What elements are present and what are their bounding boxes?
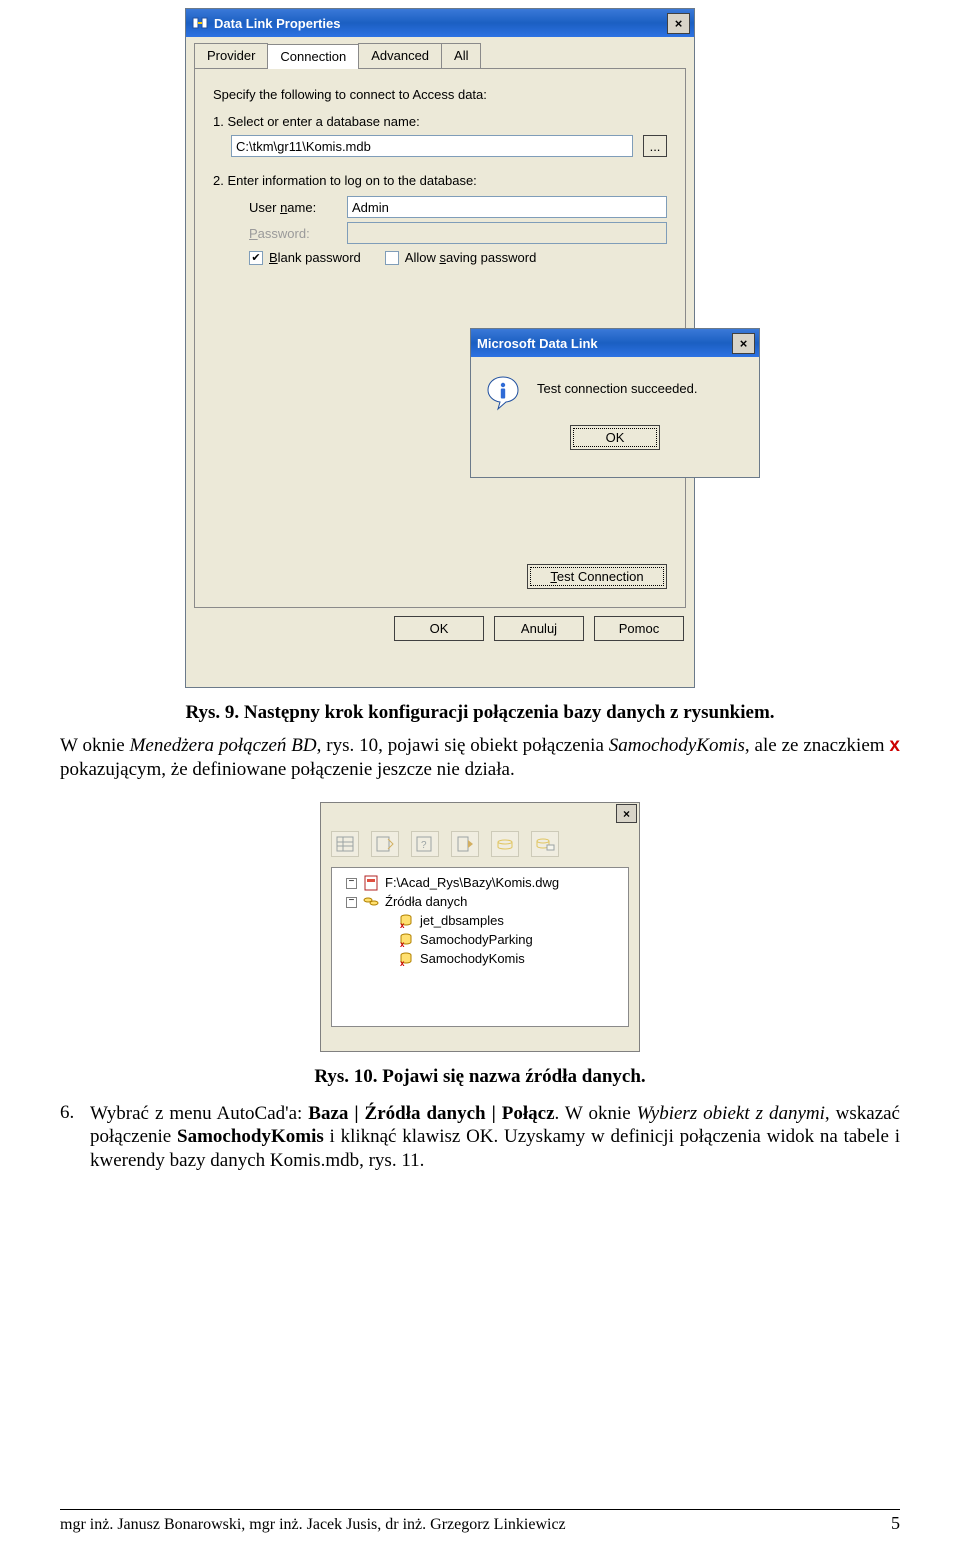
popup-message: Test connection succeeded. bbox=[537, 375, 697, 396]
page-number: 5 bbox=[891, 1513, 900, 1534]
tree-label: F:\Acad_Rys\Bazy\Komis.dwg bbox=[385, 874, 559, 892]
dialog-title: Data Link Properties bbox=[214, 16, 661, 31]
username-input[interactable]: Admin bbox=[347, 196, 667, 218]
datalink-icon bbox=[192, 15, 208, 31]
tab-all[interactable]: All bbox=[441, 43, 481, 68]
collapse-icon[interactable]: − bbox=[346, 878, 357, 889]
view-table-icon[interactable] bbox=[331, 831, 359, 857]
username-label: User name: bbox=[249, 200, 337, 215]
allow-saving-password-checkbox[interactable]: Allow saving password bbox=[385, 250, 537, 265]
tree-row-item[interactable]: x SamochodyParking bbox=[336, 931, 624, 950]
screenshot-data-link: Data Link Properties × Provider Connecti… bbox=[120, 8, 840, 688]
titlebar: Data Link Properties × bbox=[186, 9, 694, 37]
svg-text:x: x bbox=[400, 940, 405, 948]
svg-text:x: x bbox=[400, 959, 405, 967]
svg-text:?: ? bbox=[421, 840, 427, 851]
paragraph-1: W oknie Menedżera połączeń BD, rys. 10, … bbox=[60, 734, 900, 782]
database-path-input[interactable]: C:\tkm\gr11\Komis.mdb bbox=[231, 135, 633, 157]
tabs: Provider Connection Advanced All bbox=[194, 43, 686, 68]
close-icon[interactable]: × bbox=[667, 13, 690, 34]
tree-label: jet_dbsamples bbox=[420, 912, 504, 930]
svg-text:x: x bbox=[400, 921, 405, 929]
collapse-icon[interactable]: − bbox=[346, 897, 357, 908]
query-icon[interactable]: ? bbox=[411, 831, 439, 857]
datasource-icon: x bbox=[398, 951, 414, 967]
list-item-6: 6. Wybrać z menu AutoCad'a: Baza | Źródł… bbox=[60, 1102, 900, 1173]
checkbox-icon: ✔ bbox=[249, 251, 263, 265]
dwg-icon bbox=[363, 875, 379, 891]
tree-label: Źródła danych bbox=[385, 893, 467, 911]
edit-table-icon[interactable] bbox=[371, 831, 399, 857]
tab-advanced[interactable]: Advanced bbox=[358, 43, 442, 68]
popup-ok-button[interactable]: OK bbox=[570, 425, 660, 450]
screenshot-dbconnect-panel: × ? − F:\Acad_Rys\Bazy\Komis.dwg bbox=[320, 802, 640, 1052]
blank-password-checkbox[interactable]: ✔ Blank password bbox=[249, 250, 361, 265]
panel-toolbar: ? bbox=[321, 825, 639, 867]
label-icon[interactable] bbox=[531, 831, 559, 857]
ok-button[interactable]: OK bbox=[394, 616, 484, 641]
dialog-buttons: OK Anuluj Pomoc bbox=[186, 616, 684, 641]
close-icon[interactable]: × bbox=[732, 333, 755, 354]
list-text: Wybrać z menu AutoCad'a: Baza | Źródła d… bbox=[90, 1102, 900, 1173]
link-icon[interactable] bbox=[491, 831, 519, 857]
tab-connection[interactable]: Connection bbox=[267, 44, 359, 69]
figure-caption-10: Rys. 10. Pojawi się nazwa źródła danych. bbox=[60, 1066, 900, 1088]
tree-row-root[interactable]: − F:\Acad_Rys\Bazy\Komis.dwg bbox=[336, 874, 624, 893]
tree-row-item[interactable]: x jet_dbsamples bbox=[336, 912, 624, 931]
tree-label: SamochodyKomis bbox=[420, 950, 525, 968]
footer-text: mgr inż. Janusz Bonarowski, mgr inż. Jac… bbox=[60, 1516, 566, 1534]
tab-provider[interactable]: Provider bbox=[194, 43, 268, 68]
footer-rule bbox=[60, 1509, 900, 1510]
execute-icon[interactable] bbox=[451, 831, 479, 857]
tree-row-item[interactable]: x SamochodyKomis bbox=[336, 950, 624, 969]
close-icon[interactable]: × bbox=[616, 804, 637, 823]
test-connection-button[interactable]: Test Connection bbox=[527, 564, 667, 589]
checkbox-icon bbox=[385, 251, 399, 265]
tree-view[interactable]: − F:\Acad_Rys\Bazy\Komis.dwg − Źródła da… bbox=[331, 867, 629, 1027]
microsoft-data-link-popup: Microsoft Data Link × Test connection su… bbox=[470, 328, 760, 478]
list-number: 6. bbox=[60, 1102, 90, 1173]
datasource-icon: x bbox=[398, 913, 414, 929]
help-button[interactable]: Pomoc bbox=[594, 616, 684, 641]
datasource-icon: x bbox=[398, 932, 414, 948]
tree-label: SamochodyParking bbox=[420, 931, 533, 949]
datasource-group-icon bbox=[363, 894, 379, 910]
cancel-button[interactable]: Anuluj bbox=[494, 616, 584, 641]
popup-titlebar: Microsoft Data Link × bbox=[471, 329, 759, 357]
step1-label: 1. Select or enter a database name: bbox=[213, 114, 667, 129]
browse-button[interactable]: ... bbox=[643, 135, 667, 157]
popup-title: Microsoft Data Link bbox=[477, 336, 726, 351]
tree-row-sources[interactable]: − Źródła danych bbox=[336, 893, 624, 912]
password-input bbox=[347, 222, 667, 244]
info-icon bbox=[485, 375, 521, 411]
instruction-label: Specify the following to connect to Acce… bbox=[213, 87, 667, 102]
figure-caption-9: Rys. 9. Następny krok konfiguracji połąc… bbox=[60, 702, 900, 724]
step2-label: 2. Enter information to log on to the da… bbox=[213, 173, 667, 188]
password-label: Password: bbox=[249, 226, 337, 241]
